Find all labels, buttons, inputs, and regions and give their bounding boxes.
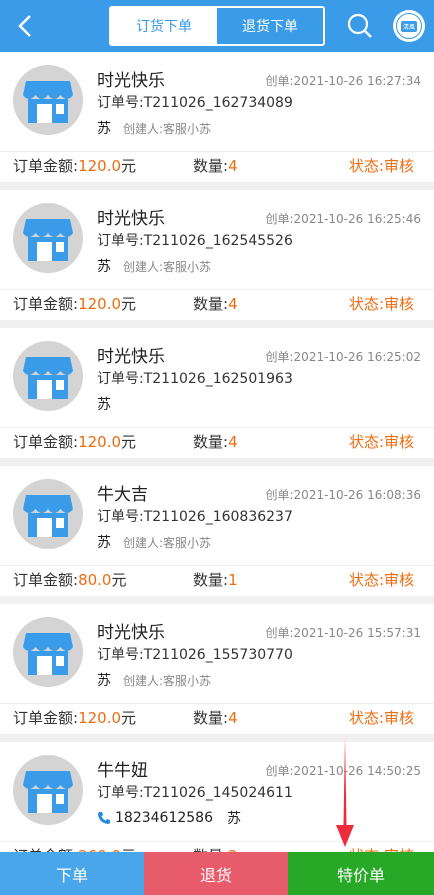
order-card[interactable]: 时光快乐 创单:2021-10-26 15:57:31 订单号:T211026_15… — [0, 604, 434, 734]
order-quantity: 数量:1 — [193, 571, 238, 589]
shop-icon — [13, 341, 83, 411]
order-card[interactable]: 时光快乐 创单:2021-10-26 16:27:34 订单号:T211026_16… — [0, 52, 434, 182]
customer-name: 时光快乐 — [97, 623, 165, 643]
order-status: 状态:审核 — [348, 157, 414, 175]
return-button[interactable]: 退货 — [144, 852, 288, 895]
customer-name: 时光快乐 — [97, 209, 165, 229]
order-status: 状态:审核 — [348, 295, 414, 313]
phone-number[interactable]: 18234612586 — [97, 810, 213, 826]
shop-icon — [13, 617, 83, 687]
order-amount: 订单金额:260.0元 — [13, 845, 136, 852]
order-status: 状态:审核 — [348, 433, 414, 451]
shop-icon — [13, 203, 83, 273]
tab-return[interactable]: 退货下单 — [217, 8, 323, 44]
creator-label: 创建人:客服小苏 — [123, 535, 212, 550]
phone-icon — [97, 811, 115, 825]
creator-label: 创建人:客服小苏 — [123, 673, 212, 688]
shop-icon — [13, 755, 83, 825]
order-quantity: 数量:4 — [193, 157, 238, 175]
tab-order[interactable]: 订货下单 — [111, 8, 217, 44]
order-amount: 订单金额:120.0元 — [13, 709, 137, 727]
place-order-button[interactable]: 下单 — [0, 852, 144, 895]
shop-icon — [13, 65, 83, 135]
customer-name: 牛牛妞 — [97, 761, 148, 781]
order-card[interactable]: 时光快乐 创单:2021-10-26 16:25:02 订单号:T211026_16… — [0, 328, 434, 458]
order-amount: 订单金额:120.0元 — [13, 433, 137, 451]
contact-name: 苏 — [97, 673, 111, 689]
order-card[interactable]: 时光快乐 创单:2021-10-26 16:25:46 订单号:T211026_16… — [0, 190, 434, 320]
created-time: 创单:2021-10-26 16:25:02 — [265, 350, 422, 364]
created-time: 创单:2021-10-26 15:57:31 — [265, 626, 422, 640]
order-amount: 订单金额:120.0元 — [13, 295, 137, 313]
order-number: 订单号:T211026_162734089 — [97, 95, 293, 111]
contact-name: 苏 — [97, 397, 111, 413]
special-price-order-button[interactable]: 特价单 — [288, 852, 434, 895]
customer-name: 牛大吉 — [97, 485, 148, 505]
contact-name: 苏 — [226, 811, 241, 827]
order-card[interactable]: 牛牛妞 创单:2021-10-26 14:50:25 订单号:T211026_145… — [0, 742, 434, 852]
order-quantity: 数量:4 — [193, 295, 238, 313]
shop-icon — [13, 479, 83, 549]
created-time: 创单:2021-10-26 14:50:25 — [265, 764, 422, 778]
brand-logo[interactable]: 清風 — [393, 10, 425, 42]
bottom-action-bar: 下单 退货 特价单 — [0, 852, 434, 895]
order-number: 订单号:T211026_155730770 — [97, 647, 293, 663]
order-number: 订单号:T211026_160836237 — [97, 509, 293, 525]
contact-name: 苏 — [97, 259, 111, 275]
order-quantity: 数量:4 — [193, 709, 238, 727]
contact-name: 苏 — [97, 121, 111, 137]
order-quantity: 数量:4 — [193, 433, 238, 451]
logo-text: 清風 — [400, 20, 417, 32]
back-icon[interactable] — [14, 12, 38, 40]
customer-name: 时光快乐 — [97, 347, 165, 367]
order-number: 订单号:T211026_162545526 — [97, 233, 293, 249]
search-icon[interactable] — [346, 12, 374, 40]
order-list[interactable]: 时光快乐 创单:2021-10-26 16:27:34 订单号:T211026_16… — [0, 52, 434, 852]
order-type-tabs: 订货下单 退货下单 — [109, 6, 325, 46]
order-amount: 订单金额:120.0元 — [13, 157, 137, 175]
order-status: 状态:审核 — [348, 571, 414, 589]
order-number: 订单号:T211026_145024611 — [97, 785, 293, 801]
order-status: 状态:审核 — [348, 709, 414, 727]
created-time: 创单:2021-10-26 16:27:34 — [265, 74, 422, 88]
created-time: 创单:2021-10-26 16:08:36 — [265, 488, 422, 502]
order-card[interactable]: 牛大吉 创单:2021-10-26 16:08:36 订单号:T211026_160… — [0, 466, 434, 596]
creator-label: 创建人:客服小苏 — [123, 121, 212, 136]
order-amount: 订单金额:80.0元 — [13, 571, 127, 589]
header-bar: 订货下单 退货下单 清風 — [0, 0, 434, 52]
creator-label: 创建人:客服小苏 — [123, 259, 212, 274]
created-time: 创单:2021-10-26 16:25:46 — [265, 212, 422, 226]
contact-name: 苏 — [97, 535, 111, 551]
customer-name: 时光快乐 — [97, 71, 165, 91]
order-status: 状态:审核 — [349, 845, 414, 852]
order-number: 订单号:T211026_162501963 — [97, 371, 293, 387]
order-quantity: 数量:2 — [193, 845, 238, 852]
